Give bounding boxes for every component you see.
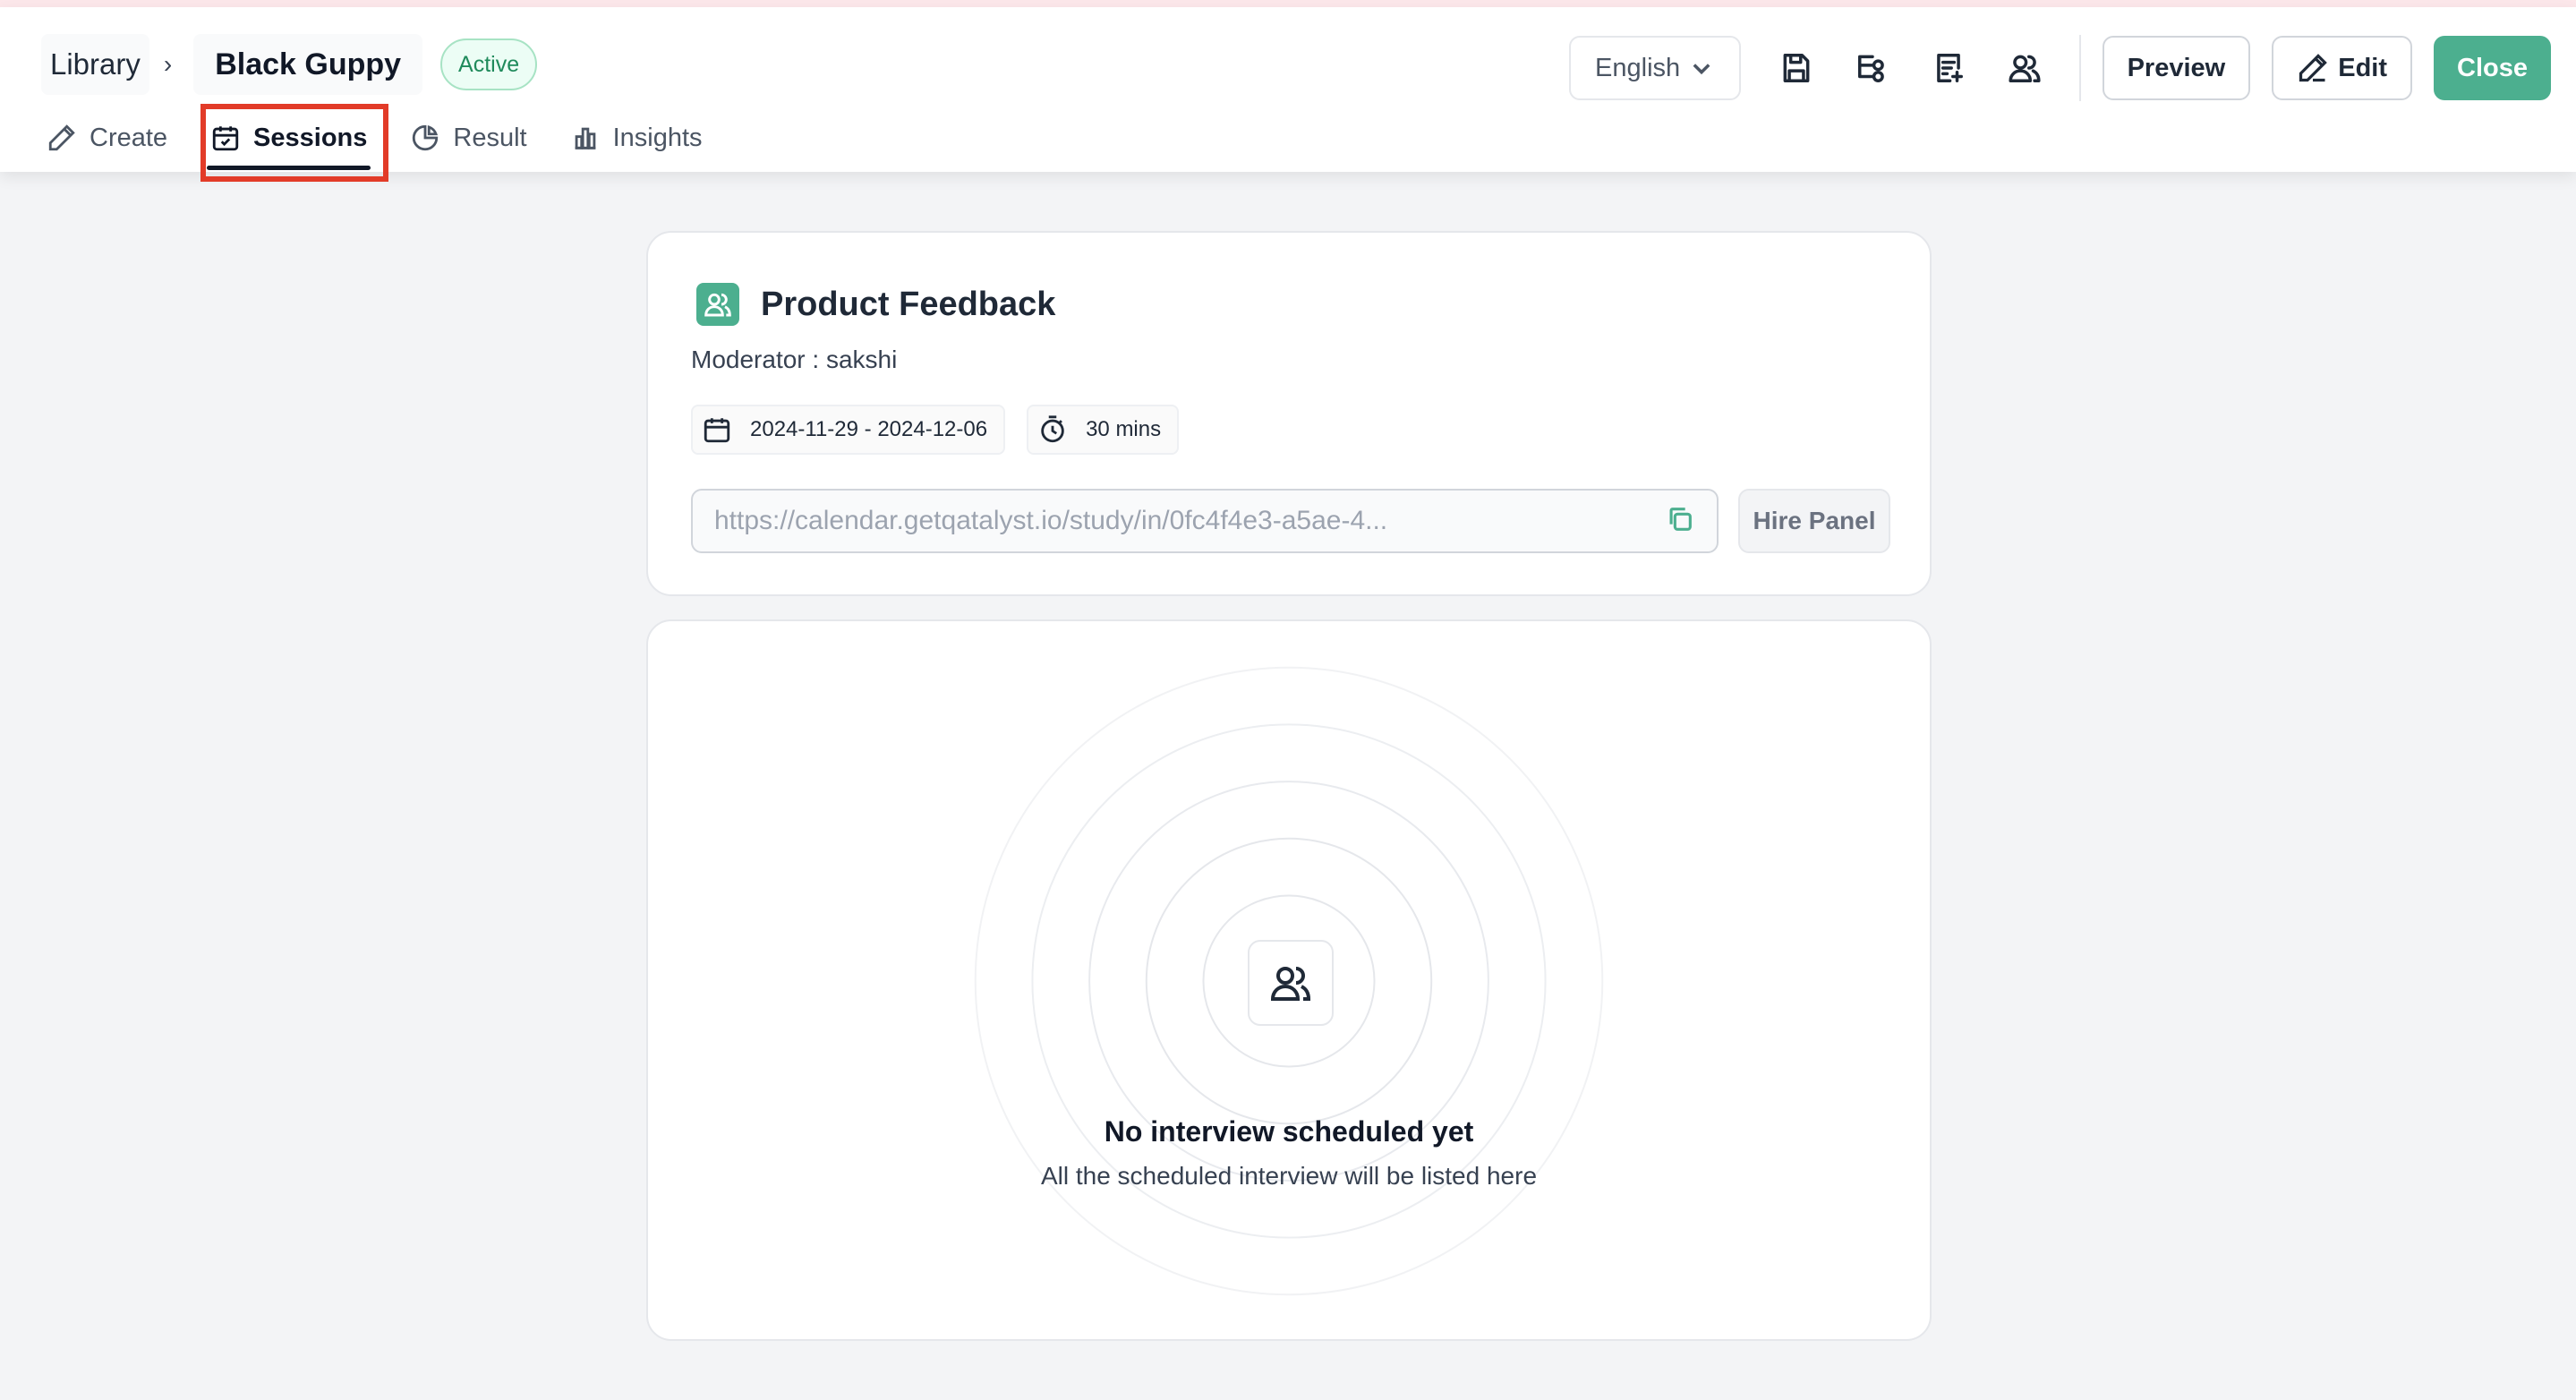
- tab-result-label: Result: [453, 123, 527, 152]
- duration-text: 30 mins: [1086, 417, 1162, 441]
- pencil-icon: [48, 124, 75, 151]
- stopwatch-icon: [1041, 415, 1064, 443]
- users-icon: [1270, 967, 1311, 1001]
- calendar-check-icon: [212, 126, 239, 151]
- tab-bar: Create Sessions Result Insights: [36, 106, 735, 179]
- study-meta: 2024-11-29 - 2024-12-06 30 mins: [691, 405, 1200, 455]
- users-icon: [2009, 55, 2041, 82]
- save-icon: [1783, 54, 1810, 82]
- breadcrumb-library-link[interactable]: Library: [41, 34, 149, 95]
- empty-state-subtitle: All the scheduled interview will be list…: [1040, 1162, 1538, 1190]
- workflow-icon: [1857, 55, 1884, 82]
- tab-result[interactable]: Result: [399, 106, 537, 170]
- duration-chip: 30 mins: [1027, 405, 1180, 455]
- study-title: Product Feedback: [761, 285, 1056, 323]
- status-badge: Active: [440, 38, 538, 90]
- date-range-chip: 2024-11-29 - 2024-12-06: [691, 405, 1006, 455]
- page-header: Library › Black Guppy Active Create Sess…: [0, 7, 2576, 172]
- language-select[interactable]: English: [1568, 36, 1741, 100]
- study-type-icon: [696, 283, 739, 326]
- workflow-button[interactable]: [1844, 39, 1901, 97]
- copy-link-button[interactable]: [1665, 504, 1695, 539]
- participants-button[interactable]: [1996, 39, 2053, 97]
- breadcrumb: Library › Black Guppy Active: [41, 34, 538, 95]
- preview-button[interactable]: Preview: [2102, 36, 2251, 100]
- tab-create[interactable]: Create: [36, 106, 178, 170]
- study-details-card: Product Feedback Moderator : sakshi 2024…: [646, 231, 1932, 596]
- tab-create-label: Create: [90, 123, 168, 152]
- add-document-button[interactable]: [1920, 39, 1977, 97]
- top-accent-line: [0, 0, 2576, 7]
- save-button[interactable]: [1768, 39, 1825, 97]
- document-add-icon: [1936, 54, 1963, 82]
- study-link-field: [691, 489, 1719, 553]
- breadcrumb-separator: ›: [163, 50, 173, 78]
- date-range-text: 2024-11-29 - 2024-12-06: [750, 417, 988, 441]
- toolbar-divider: [2078, 35, 2081, 101]
- moderator-text: Moderator : sakshi: [691, 346, 898, 373]
- tab-sessions[interactable]: Sessions: [200, 106, 378, 170]
- sessions-empty-state-card: No interview scheduled yet All the sched…: [646, 619, 1932, 1341]
- empty-state-title: No interview scheduled yet: [1104, 1115, 1474, 1148]
- close-button[interactable]: Close: [2434, 36, 2551, 100]
- pie-chart-icon: [413, 124, 439, 151]
- study-link-input[interactable]: [714, 506, 1665, 536]
- copy-icon: [1669, 507, 1692, 531]
- pencil-icon: [2299, 54, 2328, 82]
- edit-button-label: Edit: [2338, 53, 2388, 82]
- language-select-value: English: [1595, 53, 1681, 82]
- chevron-down-icon: [1693, 64, 1710, 75]
- calendar-icon: [704, 418, 730, 443]
- tab-insights[interactable]: Insights: [559, 106, 713, 170]
- study-header: Product Feedback: [696, 283, 1055, 326]
- breadcrumb-current[interactable]: Black Guppy: [193, 34, 423, 95]
- bar-chart-icon: [575, 127, 595, 149]
- edit-button[interactable]: Edit: [2272, 36, 2413, 100]
- users-icon: [704, 293, 731, 317]
- empty-state-icon: [1248, 940, 1334, 1026]
- tab-sessions-label: Sessions: [253, 123, 368, 152]
- header-toolbar: English Preview Edit Close: [1568, 35, 2551, 101]
- tab-insights-label: Insights: [612, 123, 703, 152]
- hire-panel-button[interactable]: Hire Panel: [1738, 489, 1890, 553]
